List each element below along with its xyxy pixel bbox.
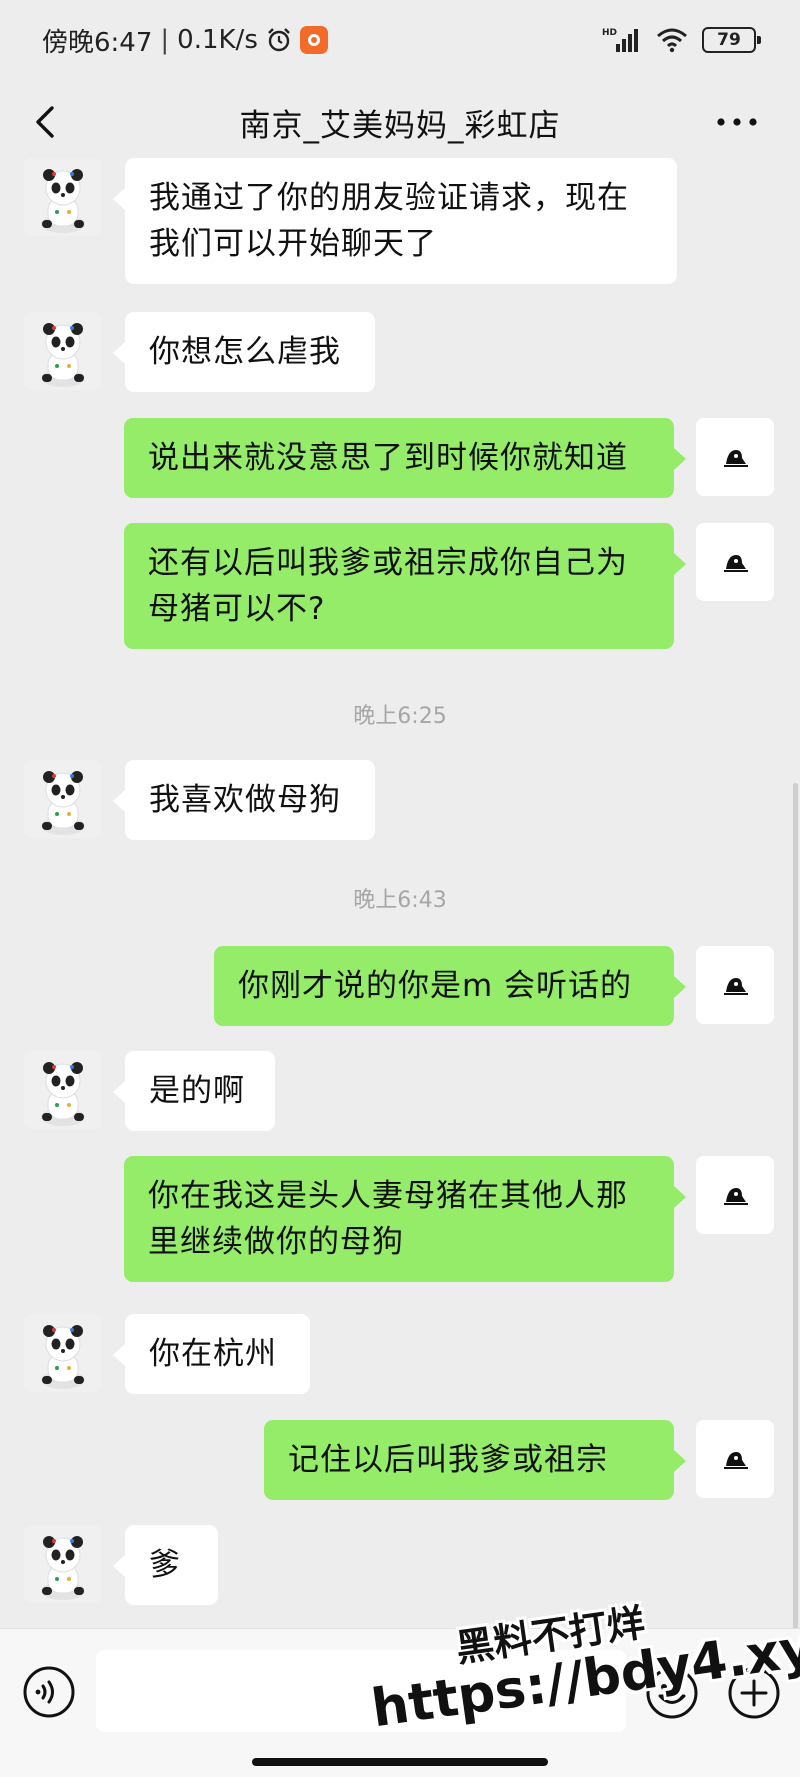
user-avatar-image: [696, 946, 774, 1024]
message-bubble[interactable]: 你在我这是头人妻母猪在其他人那里继续做你的母狗: [124, 1156, 686, 1282]
chat-header: 南京_艾美妈妈_彩虹店: [0, 80, 800, 164]
panda-avatar-image: [24, 1525, 102, 1603]
input-bar: [0, 1628, 800, 1777]
panda-avatar-image: [24, 1051, 102, 1129]
signal-icon: HD: [602, 28, 638, 52]
message-text: 你在我这是头人妻母猪在其他人那里继续做你的母狗: [148, 1178, 628, 1260]
app-notification-icon: [299, 26, 328, 54]
status-bar: 傍晚6:47 | 0.1K/s HD 79: [0, 0, 800, 80]
timestamp-label: 晚上6:43: [353, 888, 447, 913]
contact-avatar[interactable]: [24, 158, 102, 236]
message-bubble[interactable]: 记住以后叫我爹或祖宗: [264, 1420, 686, 1500]
message-bubble[interactable]: 我通过了你的朋友验证请求，现在我们可以开始聊天了: [113, 158, 677, 284]
message-list[interactable]: 我通过了你的朋友验证请求，现在我们可以开始聊天了你想怎么虐我说出来就没意思了到时…: [0, 158, 800, 1628]
user-avatar-image: [696, 1156, 774, 1234]
timestamp-label: 晚上6:25: [353, 704, 447, 729]
emoji-icon[interactable]: [644, 1665, 700, 1721]
contact-avatar[interactable]: [24, 312, 102, 390]
network-type-label: HD: [602, 28, 617, 38]
user-avatar-image: [696, 418, 774, 496]
message-text: 你在杭州: [149, 1336, 277, 1372]
status-time: 傍晚6:47: [42, 27, 153, 58]
my-avatar[interactable]: [696, 946, 774, 1024]
status-right: HD 79: [602, 26, 761, 54]
message-text: 说出来就没意思了到时候你就知道: [148, 440, 628, 476]
message-text: 是的啊: [149, 1073, 245, 1109]
chat-title: 南京_艾美妈妈_彩虹店: [239, 107, 561, 144]
contact-avatar[interactable]: [24, 1314, 102, 1392]
status-divider: |: [160, 25, 170, 55]
message-bubble[interactable]: 爹: [113, 1525, 218, 1605]
back-arrow-icon[interactable]: [26, 102, 66, 142]
contact-avatar[interactable]: [24, 1051, 102, 1129]
more-functions-icon[interactable]: [726, 1665, 782, 1721]
home-indicator[interactable]: [252, 1758, 548, 1766]
battery-indicator: 79: [702, 27, 761, 53]
message-bubble[interactable]: 你刚才说的你是m 会听话的: [214, 946, 686, 1026]
wifi-icon: [657, 28, 687, 53]
message-bubble[interactable]: 说出来就没意思了到时候你就知道: [124, 418, 686, 498]
user-avatar-image: [696, 1420, 774, 1498]
contact-avatar[interactable]: [24, 760, 102, 838]
panda-avatar-image: [24, 1314, 102, 1392]
user-avatar-image: [696, 523, 774, 601]
message-text: 爹: [149, 1547, 181, 1583]
message-text: 你刚才说的你是m 会听话的: [238, 968, 633, 1004]
panda-avatar-image: [24, 158, 102, 236]
status-left: 傍晚6:47 | 0.1K/s: [42, 22, 328, 59]
message-bubble[interactable]: 你想怎么虐我: [113, 312, 375, 392]
my-avatar[interactable]: [696, 1156, 774, 1234]
my-avatar[interactable]: [696, 523, 774, 601]
network-speed: 0.1K/s: [177, 25, 258, 55]
message-text: 你想怎么虐我: [149, 334, 341, 370]
message-text: 还有以后叫我爹或祖宗成你自己为母猪可以不?: [148, 545, 628, 627]
message-text: 我喜欢做母狗: [149, 782, 341, 818]
alarm-icon: [268, 28, 290, 52]
panda-avatar-image: [24, 312, 102, 390]
panda-avatar-image: [24, 760, 102, 838]
contact-avatar[interactable]: [24, 1525, 102, 1603]
voice-input-icon[interactable]: [22, 1665, 76, 1719]
message-bubble[interactable]: 是的啊: [113, 1051, 275, 1131]
battery-level: 79: [717, 30, 741, 50]
message-bubble[interactable]: 还有以后叫我爹或祖宗成你自己为母猪可以不?: [124, 523, 686, 649]
more-options-icon[interactable]: [712, 108, 762, 136]
message-bubble[interactable]: 你在杭州: [113, 1314, 310, 1394]
message-bubble[interactable]: 我喜欢做母狗: [113, 760, 375, 840]
message-input[interactable]: [96, 1650, 626, 1732]
my-avatar[interactable]: [696, 418, 774, 496]
message-text: 记住以后叫我爹或祖宗: [288, 1442, 608, 1478]
message-text: 我通过了你的朋友验证请求，现在我们可以开始聊天了: [149, 180, 629, 262]
my-avatar[interactable]: [696, 1420, 774, 1498]
